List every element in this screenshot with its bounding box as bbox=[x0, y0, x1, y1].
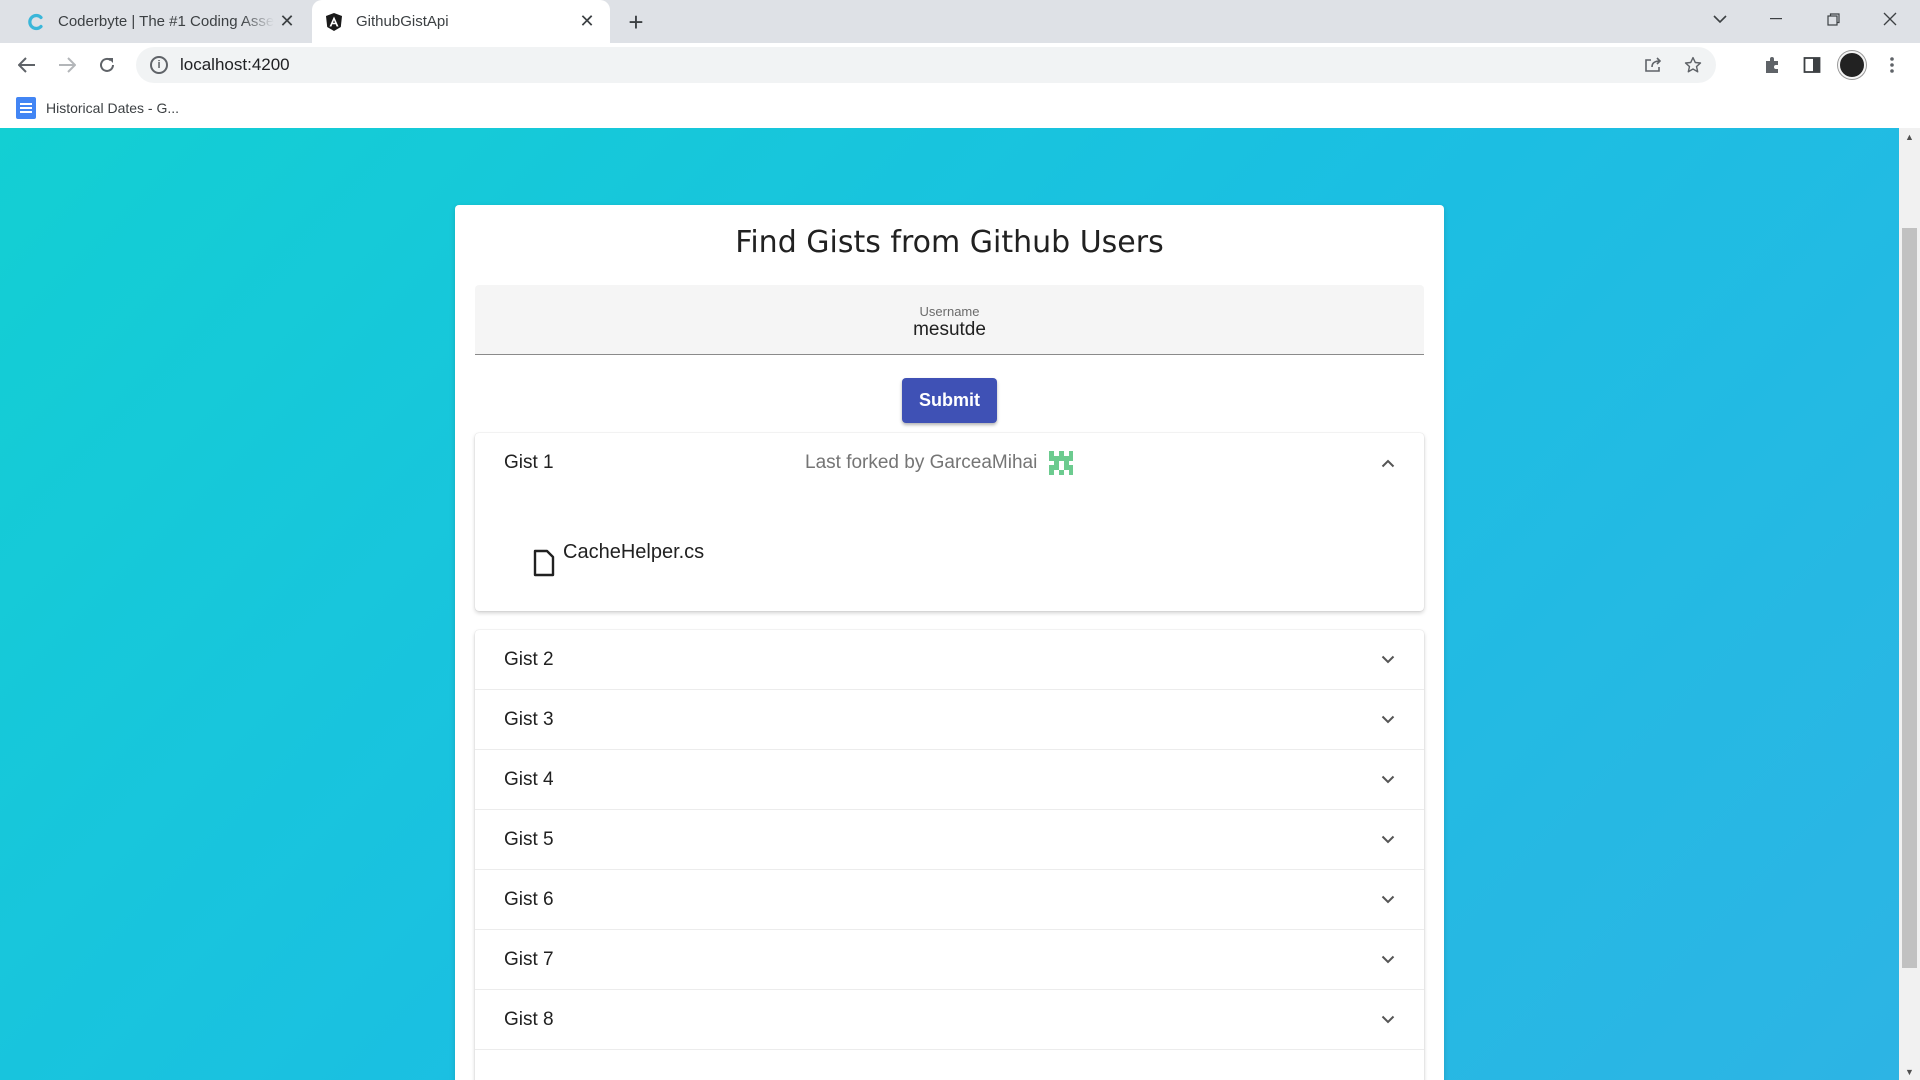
username-field[interactable]: Username bbox=[475, 285, 1424, 355]
more-menu-icon[interactable] bbox=[1876, 49, 1908, 81]
gist-title: Gist 3 bbox=[504, 708, 554, 730]
submit-button[interactable]: Submit bbox=[902, 378, 997, 423]
gist-title: Gist 6 bbox=[504, 888, 554, 910]
scroll-up-arrow-icon[interactable]: ▲ bbox=[1899, 128, 1920, 145]
extensions-icon[interactable] bbox=[1756, 49, 1788, 81]
url-text: localhost:4200 bbox=[180, 55, 290, 74]
gist-panel-collapsed[interactable]: Gist 2 bbox=[475, 630, 1424, 690]
gist-finder-card: Find Gists from Github Users Username Su… bbox=[455, 205, 1444, 1080]
gist-title: Gist 8 bbox=[504, 1008, 554, 1030]
profile-avatar[interactable] bbox=[1836, 49, 1868, 81]
chevron-down-icon[interactable] bbox=[1378, 1010, 1398, 1030]
chevron-down-icon[interactable] bbox=[1378, 830, 1398, 850]
close-tab-icon[interactable]: ✕ bbox=[574, 9, 600, 35]
forked-text: Last forked by GarceaMihai bbox=[805, 452, 1038, 473]
google-docs-icon bbox=[16, 97, 36, 119]
forked-info: Last forked by GarceaMihai bbox=[805, 451, 1074, 475]
avatar bbox=[1838, 51, 1866, 79]
gist-panel-collapsed[interactable]: Gist 3 bbox=[475, 690, 1424, 750]
tab-coderbyte[interactable]: Coderbyte | The #1 Coding Assessment ✕ bbox=[10, 0, 310, 43]
browser-tab-strip: Coderbyte | The #1 Coding Assessment ✕ G… bbox=[0, 0, 1920, 43]
site-info-icon[interactable]: i bbox=[150, 56, 168, 74]
restore-icon[interactable] bbox=[1805, 0, 1861, 38]
gist-panel-collapsed[interactable]: Gist 7 bbox=[475, 930, 1424, 990]
angular-icon bbox=[324, 12, 344, 32]
gist-title: Gist 5 bbox=[504, 828, 554, 850]
tab-title: GithubGistApi bbox=[356, 13, 449, 30]
chevron-down-icon[interactable] bbox=[1378, 710, 1398, 730]
share-icon[interactable] bbox=[1636, 47, 1670, 83]
gist-panel-collapsed-partial[interactable] bbox=[475, 1050, 1424, 1080]
bookmark-historical-dates[interactable]: Historical Dates - G... bbox=[16, 95, 179, 121]
file-icon bbox=[533, 549, 555, 577]
tab-title: Coderbyte | The #1 Coding Assessment bbox=[58, 13, 274, 30]
page-title: Find Gists from Github Users bbox=[735, 225, 1164, 260]
tab-search-icon[interactable] bbox=[1692, 0, 1748, 38]
gist-panel-expanded: Gist 1 Last forked by GarceaMihai CacheH… bbox=[475, 433, 1424, 611]
side-panel-icon[interactable] bbox=[1796, 49, 1828, 81]
username-input[interactable] bbox=[475, 319, 1424, 341]
scrollbar-thumb[interactable] bbox=[1902, 228, 1917, 968]
gist-panel-collapsed[interactable]: Gist 5 bbox=[475, 810, 1424, 870]
reload-icon[interactable] bbox=[91, 49, 123, 81]
chevron-down-icon[interactable] bbox=[1378, 650, 1398, 670]
address-bar[interactable]: i localhost:4200 bbox=[136, 47, 1716, 83]
gist-panel-collapsed[interactable]: Gist 6 bbox=[475, 870, 1424, 930]
bookmark-label: Historical Dates - G... bbox=[46, 100, 180, 116]
forward-icon[interactable] bbox=[51, 49, 83, 81]
chevron-down-icon[interactable] bbox=[1378, 890, 1398, 910]
new-tab-button[interactable]: + bbox=[620, 7, 652, 37]
back-icon[interactable] bbox=[11, 49, 43, 81]
page-viewport: Find Gists from Github Users Username Su… bbox=[0, 128, 1899, 1080]
tab-githubgistapi[interactable]: GithubGistApi ✕ bbox=[312, 0, 610, 43]
gist-list: Gist 2 Gist 3 Gist 4 Gist 5 Gist 6 Gist … bbox=[475, 630, 1424, 1080]
gist-title: Gist 4 bbox=[504, 768, 554, 790]
file-name: CacheHelper.cs bbox=[563, 541, 705, 563]
scroll-down-arrow-icon[interactable]: ▼ bbox=[1899, 1063, 1920, 1080]
gist-title: Gist 7 bbox=[504, 948, 554, 970]
close-tab-icon[interactable]: ✕ bbox=[274, 9, 300, 35]
coderbyte-icon bbox=[26, 12, 46, 32]
gist-panel-header[interactable]: Gist 1 Last forked by GarceaMihai bbox=[475, 433, 1424, 493]
username-label: Username bbox=[919, 304, 980, 319]
close-window-icon[interactable] bbox=[1862, 0, 1918, 38]
minimize-icon[interactable] bbox=[1748, 0, 1804, 38]
page-scrollbar[interactable]: ▲ ▼ bbox=[1899, 128, 1920, 1080]
gist-file-item[interactable]: CacheHelper.cs bbox=[533, 541, 704, 577]
bookmark-star-icon[interactable] bbox=[1676, 47, 1710, 83]
gist-title: Gist 1 bbox=[504, 452, 554, 473]
chevron-down-icon[interactable] bbox=[1378, 770, 1398, 790]
gist-panel-collapsed[interactable]: Gist 4 bbox=[475, 750, 1424, 810]
bookmarks-bar: Historical Dates - G... bbox=[0, 87, 1920, 128]
gist-panel-collapsed[interactable]: Gist 8 bbox=[475, 990, 1424, 1050]
chevron-up-icon[interactable] bbox=[1378, 453, 1398, 473]
forker-avatar-identicon bbox=[1049, 451, 1074, 475]
gist-title: Gist 2 bbox=[504, 648, 554, 670]
browser-toolbar: i localhost:4200 bbox=[0, 43, 1920, 87]
chevron-down-icon[interactable] bbox=[1378, 950, 1398, 970]
